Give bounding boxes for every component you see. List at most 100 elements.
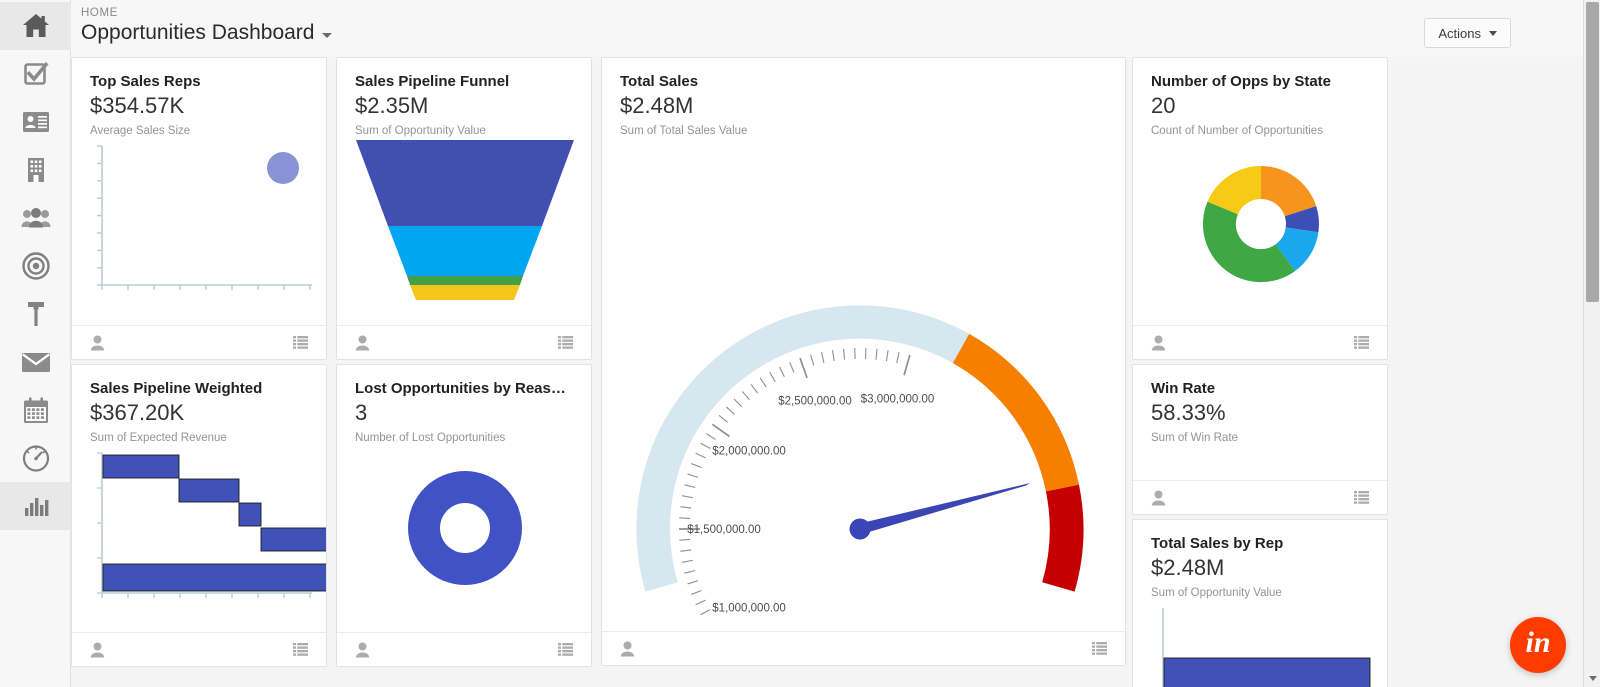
card-footer [72,325,326,359]
chart-funnel-sales-pipeline [337,138,591,308]
donut-slice[interactable] [1261,166,1317,217]
gauge-tick-label: $2,000,000.00 [712,445,786,457]
gauge-tick-label: $2,500,000.00 [778,396,852,408]
card-subtitle: Average Sales Size [90,125,191,137]
gauge-tick-label: $3,000,000.00 [861,393,935,405]
building-icon [27,158,44,182]
actions-button-label: Actions [1438,25,1481,41]
sidebar-item-companies[interactable] [0,146,71,194]
page-title: Opportunities Dashboard [81,21,315,44]
chat-launcher-button[interactable]: in [1510,617,1566,673]
card-sales-pipeline-weighted[interactable]: Sales Pipeline Weighted $367.20K Sum of … [71,364,327,667]
waterfall-bar[interactable] [238,502,262,527]
card-value: $354.57K [90,93,185,118]
actions-button[interactable]: Actions [1424,18,1511,48]
list-icon[interactable] [293,643,308,656]
person-icon[interactable] [620,641,635,657]
list-icon[interactable] [293,336,308,349]
sidebar-item-people[interactable] [0,194,71,242]
sidebar-item-performance[interactable] [0,434,71,482]
card-total-sales-by-rep[interactable]: Total Sales by Rep $2.48M Sum of Opportu… [1132,519,1388,687]
card-subtitle: Number of Lost Opportunities [355,432,506,444]
card-footer [1133,480,1387,514]
breadcrumb[interactable]: HOME [81,7,1600,19]
list-icon[interactable] [1092,642,1107,655]
chart-bar-total-sales-by-rep [1133,600,1387,687]
sidebar-item-calendar[interactable] [0,386,71,434]
vertical-scrollbar[interactable] [1583,0,1600,687]
person-icon[interactable] [355,642,370,658]
funnel-segment[interactable] [407,276,523,285]
funnel-segment[interactable] [356,140,574,226]
bar-chart-icon [24,498,48,516]
chat-launcher-label: in [1525,626,1551,659]
card-footer [337,632,591,666]
card-total-sales[interactable]: Total Sales $2.48M Sum of Total Sales Va… [601,57,1126,666]
card-footer [337,325,591,359]
scatter-bubble[interactable] [267,152,299,184]
card-number-of-opps-by-state[interactable]: Number of Opps by State 20 Count of Numb… [1132,57,1388,360]
sidebar-item-reports[interactable] [0,482,71,530]
sidebar-item-tasks[interactable] [0,50,71,98]
person-icon[interactable] [1151,490,1166,506]
chart-donut-opps-by-state [1133,138,1387,308]
person-icon[interactable] [90,335,105,351]
list-icon[interactable] [1354,491,1369,504]
waterfall-bar-total[interactable] [102,563,327,592]
main-content: HOME Opportunities Dashboard Actions Top… [71,0,1600,687]
waterfall-bar[interactable] [178,478,240,503]
title-row: Opportunities Dashboard [81,21,1600,45]
card-title: Lost Opportunities by Reas… [355,380,566,397]
chart-scatter-top-sales-reps [72,138,326,308]
list-icon[interactable] [1354,336,1369,349]
card-header: Total Sales by Rep $2.48M Sum of Opportu… [1133,520,1387,600]
waterfall-bar[interactable] [102,454,180,479]
chevron-down-icon [1588,676,1597,681]
scrollbar-thumb[interactable] [1586,2,1599,302]
funnel-segment[interactable] [388,226,542,276]
card-top-sales-reps[interactable]: Top Sales Reps $354.57K Average Sales Si… [71,57,327,360]
chart-waterfall-pipeline-weighted [72,445,326,615]
gauge-tick-labels: $0.00$500,000.00$1,000,000.00$1,500,000.… [687,393,935,665]
card-footer [602,631,1125,665]
sidebar-item-contacts[interactable] [0,98,71,146]
scrollbar-down-arrow[interactable] [1584,670,1600,687]
card-header: Total Sales $2.48M Sum of Total Sales Va… [602,58,1125,138]
donut-hole [440,503,490,553]
contact-card-icon [22,112,49,132]
person-icon[interactable] [355,335,370,351]
list-icon[interactable] [558,643,573,656]
chart-donut-lost-opportunities [337,445,591,615]
sidebar-item-home[interactable] [0,2,71,50]
card-value: $2.35M [355,93,429,118]
card-header: Lost Opportunities by Reas… 3 Number of … [337,365,591,445]
gauge-icon [22,444,49,472]
gauge-tick-label: $1,000,000.00 [712,603,786,615]
card-subtitle: Count of Number of Opportunities [1151,125,1323,137]
card-footer [72,632,326,666]
funnel-segment[interactable] [410,285,520,300]
people-group-icon [21,208,50,228]
list-icon[interactable] [558,336,573,349]
gauge-band-high [1042,484,1084,592]
page-header: HOME Opportunities Dashboard Actions [71,0,1600,57]
card-value: $2.48M [620,93,694,118]
card-subtitle: Sum of Total Sales Value [620,125,748,137]
sidebar-item-tools[interactable] [0,290,71,338]
card-win-rate[interactable]: Win Rate 58.33% Sum of Win Rate [1132,364,1388,515]
card-title: Number of Opps by State [1151,73,1332,90]
person-icon[interactable] [1151,335,1166,351]
gauge-band-low [636,305,970,592]
bar[interactable] [1163,657,1371,687]
chevron-down-icon[interactable] [322,32,333,38]
person-icon[interactable] [90,642,105,658]
sidebar-item-email[interactable] [0,338,71,386]
card-lost-opportunities-by-reason[interactable]: Lost Opportunities by Reas… 3 Number of … [336,364,592,667]
waterfall-bar[interactable] [260,527,327,552]
card-title: Total Sales [620,73,699,90]
sidebar-nav [0,0,71,687]
card-sales-pipeline-funnel[interactable]: Sales Pipeline Funnel $2.35M Sum of Oppo… [336,57,592,360]
card-title: Sales Pipeline Weighted [90,380,263,397]
sidebar-item-goals[interactable] [0,242,71,290]
card-subtitle: Sum of Opportunity Value [355,125,486,137]
